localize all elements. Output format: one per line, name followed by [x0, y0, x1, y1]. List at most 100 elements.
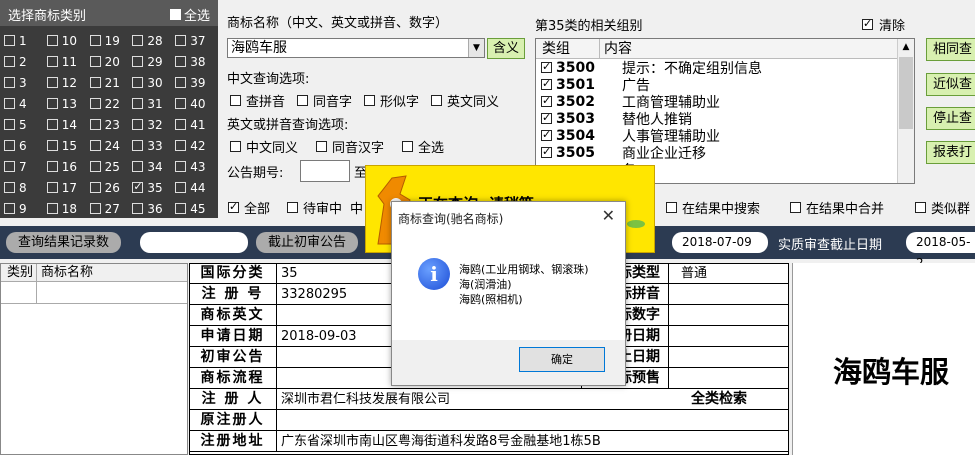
result-header-name[interactable]: 商标名称: [37, 264, 93, 281]
category-checkbox[interactable]: [4, 182, 15, 193]
category-item[interactable]: 15: [46, 135, 90, 156]
result-list[interactable]: 类别 商标名称: [0, 263, 188, 455]
category-checkbox[interactable]: [46, 98, 58, 109]
category-item[interactable]: 11: [46, 51, 90, 72]
group-checkbox[interactable]: [541, 77, 552, 90]
category-item[interactable]: 43: [175, 156, 218, 177]
all-class-search-button[interactable]: 全类检索: [669, 389, 769, 410]
list-item[interactable]: 3504人事管理辅助业: [536, 127, 914, 145]
scroll-thumb[interactable]: [899, 57, 913, 129]
group-scrollbar[interactable]: ▲: [897, 39, 914, 183]
similar-search-button[interactable]: 近似查: [926, 73, 975, 96]
trademark-name-input[interactable]: 海鸥车服 ▼: [227, 38, 485, 58]
category-item[interactable]: 38: [175, 51, 218, 72]
stop-search-button[interactable]: 停止查: [926, 107, 975, 130]
category-checkbox[interactable]: [89, 161, 101, 172]
category-checkbox[interactable]: [4, 161, 15, 172]
filter-all[interactable]: 全部: [228, 198, 270, 217]
list-item[interactable]: 3503替他人推销: [536, 110, 914, 128]
category-item[interactable]: 25: [89, 156, 133, 177]
result-header-category[interactable]: 类别: [1, 264, 37, 281]
category-item[interactable]: 28: [132, 30, 175, 51]
select-all-checkbox[interactable]: [170, 9, 181, 20]
filter-pending[interactable]: 待审中: [287, 198, 342, 217]
record-count-input[interactable]: [140, 232, 248, 253]
category-item[interactable]: 2: [4, 51, 47, 72]
option-checkbox[interactable]: [316, 141, 328, 152]
category-item[interactable]: 14: [46, 114, 90, 135]
category-item[interactable]: 1: [4, 30, 47, 51]
group-checkbox[interactable]: [541, 128, 552, 141]
category-checkbox[interactable]: [46, 77, 58, 88]
option-pinyin[interactable]: 查拼音: [230, 91, 285, 110]
filter-checkbox[interactable]: [915, 202, 926, 213]
table-row[interactable]: [1, 282, 187, 304]
category-item[interactable]: 34: [132, 156, 175, 177]
option-similar-shape[interactable]: 形似字: [364, 91, 419, 110]
category-checkbox[interactable]: [46, 119, 58, 130]
category-checkbox[interactable]: [175, 119, 187, 130]
option-checkbox[interactable]: [364, 95, 376, 106]
category-item[interactable]: 31: [132, 93, 175, 114]
category-item[interactable]: 20: [89, 51, 133, 72]
clear-option[interactable]: 清除: [862, 15, 905, 34]
category-checkbox[interactable]: [4, 140, 15, 151]
list-item[interactable]: 3505商业企业迁移: [536, 144, 914, 162]
category-checkbox[interactable]: [46, 35, 58, 46]
category-item[interactable]: 23: [89, 114, 133, 135]
category-item[interactable]: 3: [4, 72, 47, 93]
category-item[interactable]: 5: [4, 114, 47, 135]
group-checkbox[interactable]: [541, 111, 552, 124]
category-item[interactable]: 40: [175, 93, 218, 114]
close-icon[interactable]: ✕: [602, 206, 615, 225]
date-field-1[interactable]: 2018-07-09: [672, 232, 768, 253]
category-item[interactable]: 32: [132, 114, 175, 135]
group-checkbox[interactable]: [541, 94, 552, 107]
group-list[interactable]: 类组 内容 3500提示：不确定组别信息3501广告3502工商管理辅助业350…: [535, 38, 915, 184]
category-checkbox[interactable]: [175, 98, 187, 109]
list-item[interactable]: 3501广告: [536, 76, 914, 94]
filter-similar-group[interactable]: 类似群: [915, 198, 970, 217]
category-item[interactable]: 7: [4, 156, 47, 177]
category-checkbox[interactable]: [132, 56, 144, 67]
category-item[interactable]: 39: [175, 72, 218, 93]
category-checkbox[interactable]: [175, 56, 187, 67]
option-english-synonym[interactable]: 英文同义: [431, 91, 499, 110]
option-checkbox[interactable]: [230, 95, 241, 106]
category-checkbox[interactable]: [132, 35, 144, 46]
filter-merge-in-results[interactable]: 在结果中合并: [790, 198, 884, 217]
category-checkbox[interactable]: [132, 140, 144, 151]
category-item[interactable]: 10: [46, 30, 90, 51]
category-item[interactable]: 21: [89, 72, 133, 93]
date-field-2[interactable]: 2018-05-2: [906, 232, 975, 270]
filter-checkbox[interactable]: [287, 202, 298, 213]
filter-partial[interactable]: 中: [345, 198, 363, 217]
category-checkbox[interactable]: [89, 98, 101, 109]
category-checkbox[interactable]: [89, 56, 101, 67]
category-checkbox[interactable]: [46, 182, 58, 193]
category-checkbox[interactable]: [132, 119, 144, 130]
same-search-button[interactable]: 相同查: [926, 38, 975, 61]
option-checkbox[interactable]: [402, 141, 414, 152]
category-checkbox[interactable]: [4, 98, 15, 109]
category-item[interactable]: 4: [4, 93, 47, 114]
list-item[interactable]: 3502工商管理辅助业: [536, 93, 914, 111]
option-chinese-synonym[interactable]: 中文同义: [230, 137, 298, 156]
category-checkbox[interactable]: [175, 140, 187, 151]
category-checkbox[interactable]: [175, 77, 187, 88]
option-homophone-hanzi[interactable]: 同音汉字: [316, 137, 384, 156]
category-item[interactable]: 12: [46, 72, 90, 93]
group-header-code[interactable]: 类组: [536, 39, 600, 58]
list-item[interactable]: 3500提示：不确定组别信息: [536, 59, 914, 77]
group-header-content[interactable]: 内容: [600, 39, 632, 58]
category-checkbox[interactable]: [89, 77, 101, 88]
category-checkbox[interactable]: [175, 35, 187, 46]
option-homophone[interactable]: 同音字: [297, 91, 352, 110]
category-item[interactable]: 16: [46, 156, 90, 177]
category-checkbox[interactable]: [175, 182, 187, 193]
option-checkbox[interactable]: [230, 141, 241, 152]
category-item[interactable]: 30: [132, 72, 175, 93]
filter-checkbox[interactable]: [790, 202, 801, 213]
category-checkbox[interactable]: [46, 56, 58, 67]
group-checkbox[interactable]: [541, 60, 552, 73]
